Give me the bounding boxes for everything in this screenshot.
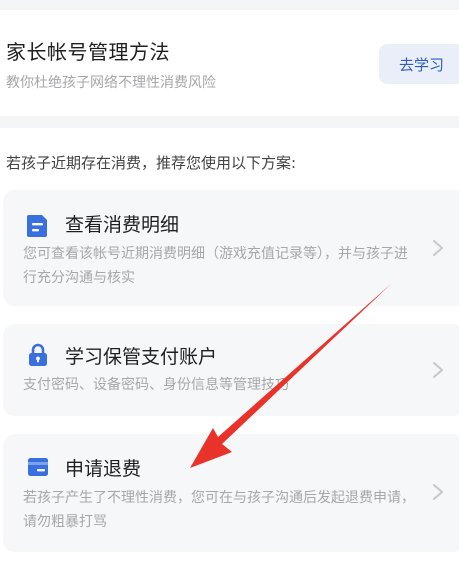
payment-account-safety-card[interactable]: 学习保管支付账户 支付密码、设备密码、身份信息等管理技巧 bbox=[3, 324, 459, 416]
go-learn-button[interactable]: 去学习 bbox=[379, 44, 459, 84]
document-icon bbox=[27, 215, 47, 237]
card-title: 学习保管支付账户 bbox=[65, 346, 218, 368]
recommendation-section: 若孩子近期存在消费，推荐您使用以下方案: 查看消费明细 您可查看该帐号近期消费明… bbox=[0, 128, 459, 577]
chevron-right-icon bbox=[433, 362, 443, 378]
lock-icon bbox=[29, 343, 47, 366]
parent-account-banner: 家长帐号管理方法 教你杜绝孩子网络不理性消费风险 去学习 bbox=[0, 10, 459, 116]
chevron-right-icon bbox=[433, 484, 443, 500]
apply-refund-card[interactable]: 申请退费 若孩子产生了不理性消费，您可在与孩子沟通后发起退费申请，请勿粗暴打骂 bbox=[3, 434, 459, 552]
top-strip bbox=[0, 0, 459, 10]
recommendation-intro: 若孩子近期存在消费，推荐您使用以下方案: bbox=[6, 154, 297, 172]
banner-subtitle: 教你杜绝孩子网络不理性消费风险 bbox=[6, 75, 216, 91]
card-description: 支付密码、设备密码、身份信息等管理技巧 bbox=[23, 377, 289, 393]
view-spending-details-card[interactable]: 查看消费明细 您可查看该帐号近期消费明细（游戏充值记录等），并与孩子进行充分沟通… bbox=[3, 190, 459, 306]
banner-title: 家长帐号管理方法 bbox=[6, 40, 170, 64]
card-title: 查看消费明细 bbox=[65, 214, 180, 236]
wallet-icon bbox=[28, 458, 48, 476]
card-description: 若孩子产生了不理性消费，您可在与孩子沟通后发起退费申请，请勿粗暴打骂 bbox=[23, 490, 415, 530]
chevron-right-icon bbox=[433, 240, 443, 256]
card-description: 您可查看该帐号近期消费明细（游戏充值记录等），并与孩子进行充分沟通与核实 bbox=[23, 246, 408, 286]
card-title: 申请退费 bbox=[65, 458, 142, 480]
